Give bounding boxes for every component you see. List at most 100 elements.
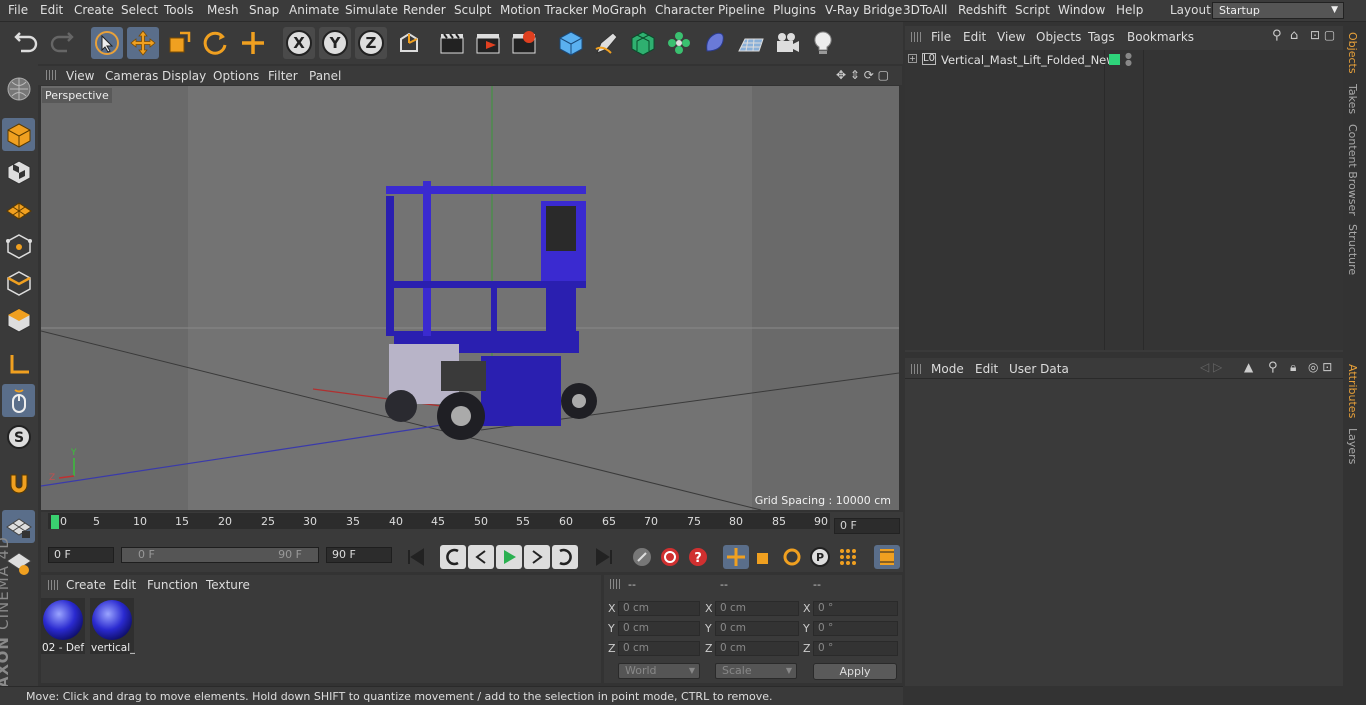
tab-structure[interactable]: Structure bbox=[1346, 224, 1359, 275]
pen-icon[interactable] bbox=[591, 27, 623, 59]
record-keys-icon[interactable] bbox=[629, 545, 655, 569]
menu-edit[interactable]: Edit bbox=[40, 3, 63, 17]
vp-menu-panel[interactable]: Panel bbox=[309, 69, 341, 83]
autokey-icon[interactable] bbox=[657, 545, 683, 569]
nav-arrows-icon[interactable]: ◁ ▷ bbox=[1200, 360, 1222, 374]
live-select-icon[interactable] bbox=[91, 27, 123, 59]
menu-tools[interactable]: Tools bbox=[164, 3, 194, 17]
next-key-icon[interactable] bbox=[552, 545, 578, 569]
coord-mode-dropdown[interactable]: World ▼ bbox=[618, 663, 700, 679]
menu-select[interactable]: Select bbox=[121, 3, 158, 17]
attr-menu-edit[interactable]: Edit bbox=[975, 362, 998, 376]
texture-mode-icon[interactable] bbox=[2, 155, 35, 188]
y-axis-icon[interactable]: Y bbox=[319, 27, 351, 59]
coord-scale-dropdown[interactable]: Scale ▼ bbox=[715, 663, 797, 679]
layout-select[interactable]: Startup ▼ bbox=[1212, 2, 1344, 19]
lock-icon[interactable]: 🔒︎ bbox=[1290, 360, 1296, 375]
key-rotation-icon[interactable] bbox=[779, 545, 805, 569]
object-mode-icon[interactable] bbox=[2, 118, 35, 151]
obj-menu-view[interactable]: View bbox=[997, 30, 1025, 44]
next-frame-icon[interactable] bbox=[524, 545, 550, 569]
tab-objects[interactable]: Objects bbox=[1346, 32, 1359, 74]
tab-takes[interactable]: Takes bbox=[1346, 84, 1359, 114]
menu-vray-bridge[interactable]: V-Ray Bridge bbox=[825, 3, 902, 17]
size-y-field[interactable]: 0 cm bbox=[715, 621, 799, 636]
obj-menu-file[interactable]: File bbox=[931, 30, 951, 44]
menu-create[interactable]: Create bbox=[74, 3, 114, 17]
vp-menu-display[interactable]: Display bbox=[162, 69, 206, 83]
vp-menu-view[interactable]: View bbox=[66, 69, 94, 83]
snap-icon[interactable]: S bbox=[2, 420, 35, 453]
menu-window[interactable]: Window bbox=[1058, 3, 1105, 17]
magnet-icon[interactable] bbox=[2, 466, 35, 499]
viewport[interactable]: Y Z Grid Spacing : 10000 cm bbox=[41, 86, 899, 510]
menu-animate[interactable]: Animate bbox=[289, 3, 339, 17]
menu-character[interactable]: Character bbox=[655, 3, 714, 17]
rot-z-field[interactable]: 0 ° bbox=[813, 641, 898, 656]
rotate-icon[interactable] bbox=[199, 27, 231, 59]
mat-menu-function[interactable]: Function bbox=[147, 578, 198, 592]
menu-plugins[interactable]: Plugins bbox=[773, 3, 816, 17]
timeline-window-icon[interactable] bbox=[874, 545, 900, 569]
attr-menu-mode[interactable]: Mode bbox=[931, 362, 964, 376]
tab-layers[interactable]: Layers bbox=[1346, 428, 1359, 464]
render-settings-icon[interactable] bbox=[508, 27, 540, 59]
rot-x-field[interactable]: 0 ° bbox=[813, 601, 898, 616]
playhead[interactable] bbox=[51, 515, 59, 529]
add-icon[interactable] bbox=[237, 27, 269, 59]
pos-z-field[interactable]: 0 cm bbox=[618, 641, 700, 656]
mat-menu-texture[interactable]: Texture bbox=[206, 578, 250, 592]
expand-icon[interactable]: + bbox=[908, 54, 917, 63]
material-swatch[interactable]: 02 - Def bbox=[41, 598, 85, 654]
material-swatch[interactable]: vertical_ bbox=[90, 598, 135, 654]
panel-options-icon[interactable]: ◎ ⊡ bbox=[1308, 360, 1332, 374]
play-icon[interactable] bbox=[496, 545, 522, 569]
object-row[interactable]: + L0 Vertical_Mast_Lift_Folded_New ● ● bbox=[906, 52, 1132, 69]
viewport-nav-icons[interactable]: ✥ ⇕ ⟳ ▢ bbox=[836, 68, 889, 82]
object-name[interactable]: Vertical_Mast_Lift_Folded_New bbox=[941, 53, 1116, 67]
home-icon[interactable]: ⌂ bbox=[1290, 28, 1298, 43]
light-icon[interactable] bbox=[807, 27, 839, 59]
menu-simulate[interactable]: Simulate bbox=[345, 3, 398, 17]
rot-y-field[interactable]: 0 ° bbox=[813, 621, 898, 636]
menu-render[interactable]: Render bbox=[403, 3, 446, 17]
model-mode-icon[interactable] bbox=[2, 72, 35, 105]
size-z-field[interactable]: 0 cm bbox=[715, 641, 799, 656]
end-frame-field[interactable]: 90 F bbox=[326, 547, 392, 563]
frame-range-slider[interactable]: 0 F 90 F bbox=[121, 547, 319, 563]
obj-menu-bookmarks[interactable]: Bookmarks bbox=[1127, 30, 1194, 44]
go-to-end-icon[interactable] bbox=[591, 545, 617, 569]
obj-menu-objects[interactable]: Objects bbox=[1036, 30, 1081, 44]
tweak-mode-icon[interactable] bbox=[2, 384, 35, 417]
key-scale-icon[interactable] bbox=[751, 545, 777, 569]
key-parameter-icon[interactable]: P bbox=[807, 545, 833, 569]
vp-menu-cameras[interactable]: Cameras bbox=[105, 69, 158, 83]
prev-frame-icon[interactable] bbox=[468, 545, 494, 569]
polygons-mode-icon[interactable] bbox=[2, 303, 35, 336]
edges-mode-icon[interactable] bbox=[2, 266, 35, 299]
floor-icon[interactable] bbox=[735, 27, 767, 59]
apply-button[interactable]: Apply bbox=[813, 663, 897, 680]
go-to-start-icon[interactable] bbox=[403, 545, 429, 569]
keyframe-selection-icon[interactable]: ? bbox=[685, 545, 711, 569]
tab-attributes[interactable]: Attributes bbox=[1346, 364, 1359, 418]
render-view-icon[interactable] bbox=[436, 27, 468, 59]
coordinate-system-icon[interactable] bbox=[393, 27, 425, 59]
tab-content-browser[interactable]: Content Browser bbox=[1346, 124, 1359, 216]
layer-color-swatch[interactable] bbox=[1109, 54, 1120, 65]
menu-sculpt[interactable]: Sculpt bbox=[454, 3, 491, 17]
redo-icon[interactable] bbox=[46, 27, 78, 59]
x-axis-icon[interactable]: X bbox=[283, 27, 315, 59]
search-icon[interactable]: ⚲ bbox=[1268, 360, 1278, 375]
z-axis-icon[interactable]: Z bbox=[355, 27, 387, 59]
menu-motion-tracker[interactable]: Motion Tracker bbox=[500, 3, 588, 17]
subdivision-icon[interactable] bbox=[627, 27, 659, 59]
cursor-icon[interactable]: ▲ bbox=[1244, 360, 1253, 374]
pos-x-field[interactable]: 0 cm bbox=[618, 601, 700, 616]
obj-menu-tags[interactable]: Tags bbox=[1088, 30, 1115, 44]
mat-menu-edit[interactable]: Edit bbox=[113, 578, 136, 592]
move-icon[interactable] bbox=[127, 27, 159, 59]
start-frame-field[interactable]: 0 F bbox=[48, 547, 114, 563]
menu-help[interactable]: Help bbox=[1116, 3, 1143, 17]
deformer-icon[interactable] bbox=[699, 27, 731, 59]
